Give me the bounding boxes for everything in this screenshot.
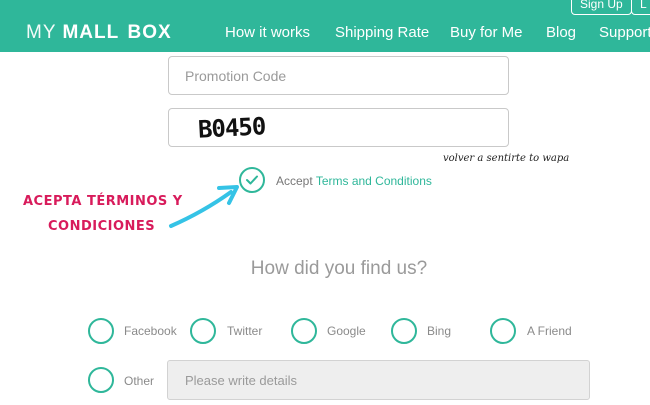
annotation-line-1: ACEPTA TÉRMINOS Y xyxy=(23,194,183,209)
terms-and-conditions-link[interactable]: Terms and Conditions xyxy=(316,174,432,188)
radio-label-google: Google xyxy=(327,324,366,338)
nav-blog[interactable]: Blog xyxy=(546,24,576,41)
radio-label-a-friend: A Friend xyxy=(527,324,572,338)
top-nav-bar: MY MALL BOX How it works Shipping Rate B… xyxy=(0,0,650,52)
sign-up-button[interactable]: Sign Up xyxy=(571,0,632,15)
radio-facebook[interactable] xyxy=(88,318,114,344)
logo-part-my: MY xyxy=(26,22,57,43)
radio-label-facebook: Facebook xyxy=(124,324,177,338)
other-details-field[interactable] xyxy=(167,360,590,400)
logo-part-box: BOX xyxy=(127,22,172,43)
handwritten-note: volver a sentirte to wapa xyxy=(443,153,570,164)
radio-other[interactable] xyxy=(88,367,114,393)
accept-text: Accept xyxy=(276,174,313,188)
survey-question: How did you find us? xyxy=(250,258,428,279)
radio-label-other: Other xyxy=(124,374,155,388)
logo[interactable]: MY MALL BOX xyxy=(26,22,172,44)
radio-bing[interactable] xyxy=(391,318,417,344)
logo-part-mall: MALL xyxy=(62,22,120,43)
annotation-line-2: CONDICIONES xyxy=(48,219,156,234)
nav-how-it-works[interactable]: How it works xyxy=(225,24,310,41)
login-button[interactable]: L xyxy=(631,0,650,15)
radio-twitter[interactable] xyxy=(190,318,216,344)
radio-google[interactable] xyxy=(291,318,317,344)
accept-terms-label: Accept Terms and Conditions xyxy=(276,174,432,188)
promotion-code-field[interactable] xyxy=(168,56,509,95)
other-details-input[interactable] xyxy=(168,361,589,399)
arrow-icon xyxy=(169,185,239,228)
nav-support[interactable]: Support xyxy=(599,24,650,41)
nav-buy-for-me[interactable]: Buy for Me xyxy=(450,24,523,41)
radio-label-twitter: Twitter xyxy=(227,324,263,338)
promotion-code-input[interactable] xyxy=(169,57,508,94)
nav-shipping-rate[interactable]: Shipping Rate xyxy=(335,24,429,41)
radio-a-friend[interactable] xyxy=(490,318,516,344)
captcha-text: B0450 xyxy=(197,112,266,144)
radio-label-bing: Bing xyxy=(427,324,452,338)
